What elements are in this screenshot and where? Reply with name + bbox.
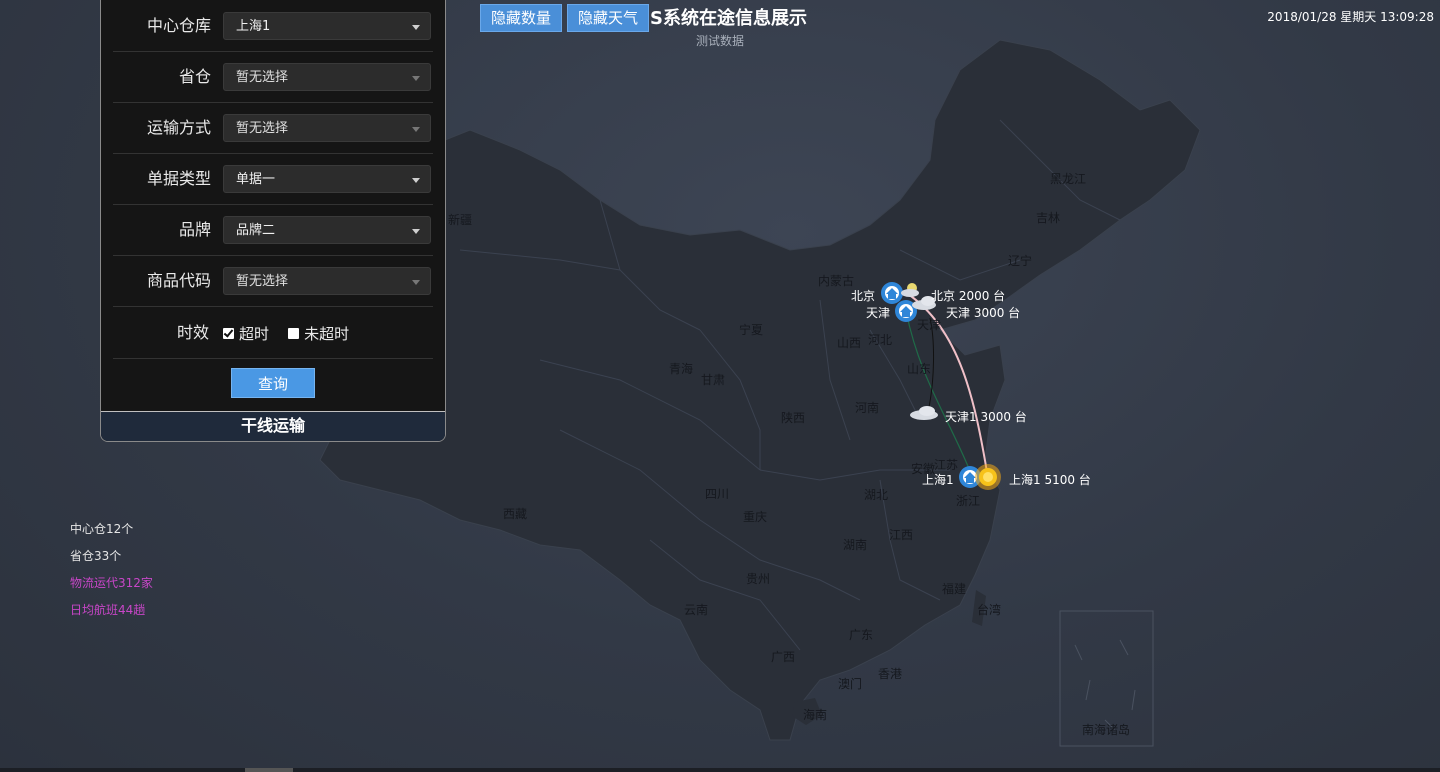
center-warehouse-select[interactable]: 上海1 <box>223 12 431 40</box>
stat-daily-flights: 日均航班44趟 <box>70 603 146 617</box>
select-value: 暂无选择 <box>236 274 289 289</box>
cloud-icon <box>910 406 938 420</box>
overtime-checkbox[interactable] <box>223 328 234 339</box>
select-value: 暂无选择 <box>236 70 289 85</box>
filter-row-product-code: 商品代码 暂无选择 <box>113 256 433 307</box>
filter-row-brand: 品牌 品牌二 <box>113 205 433 256</box>
filter-label: 时效 <box>176 323 209 342</box>
city-count-shanghai: 上海1 5100 台 <box>1009 473 1091 487</box>
filter-label: 省仓 <box>178 67 211 86</box>
filter-row-center-warehouse: 中心仓库 上海1 <box>113 1 433 52</box>
not-overtime-checkbox[interactable] <box>288 328 300 339</box>
chevron-down-icon <box>412 127 420 132</box>
sun-icon <box>975 464 1001 490</box>
city-count-tianjin: 天津 3000 台 <box>946 306 1021 320</box>
horizontal-scrollbar[interactable] <box>0 768 1440 772</box>
province-warehouse-select[interactable]: 暂无选择 <box>223 63 431 91</box>
city-count-tianjin1: 天津1 3000 台 <box>945 410 1027 424</box>
stat-carriers: 物流运代312家 <box>70 576 153 590</box>
product-code-select[interactable]: 暂无选择 <box>223 267 431 295</box>
not-overtime-label[interactable]: 未超时 <box>304 325 349 343</box>
page-title: S系统在途信息展示 <box>650 8 807 29</box>
overtime-label[interactable]: 超时 <box>239 325 269 343</box>
stat-center-warehouses: 中心仓12个 <box>70 522 134 536</box>
page-subtitle: 测试数据 <box>696 34 745 48</box>
select-value: 暂无选择 <box>236 121 289 136</box>
brand-select[interactable]: 品牌二 <box>223 216 431 244</box>
select-value: 单据一 <box>236 172 276 187</box>
chevron-down-icon <box>412 25 420 30</box>
filter-label: 中心仓库 <box>146 16 211 35</box>
filter-label: 单据类型 <box>146 169 211 188</box>
city-label-tianjin: 天津 <box>866 306 891 320</box>
scrollbar-thumb[interactable] <box>245 768 293 772</box>
filter-label: 商品代码 <box>146 271 211 290</box>
stat-province-warehouses: 省仓33个 <box>70 549 122 563</box>
select-value: 上海1 <box>236 19 271 34</box>
filter-label: 品牌 <box>178 220 211 239</box>
query-button[interactable]: 查询 <box>231 368 315 398</box>
chevron-down-icon <box>412 76 420 81</box>
filter-row-province-warehouse: 省仓 暂无选择 <box>113 52 433 103</box>
filter-row-timeliness: 时效 超时 未超时 <box>113 308 433 359</box>
select-value: 品牌二 <box>236 223 276 238</box>
filter-row-document-type: 单据类型 单据一 <box>113 154 433 205</box>
chevron-down-icon <box>412 280 420 285</box>
datetime-display: 2018/01/28 星期天 13:09:28 <box>1267 10 1434 24</box>
city-label-shanghai: 上海1 <box>922 473 954 487</box>
hide-count-button[interactable]: 隐藏数量 <box>480 4 563 32</box>
filter-row-transport-mode: 运输方式 暂无选择 <box>113 103 433 154</box>
city-count-beijing: 北京 2000 台 <box>931 289 1006 303</box>
warehouse-pin-icon[interactable] <box>881 282 903 304</box>
transport-mode-select[interactable]: 暂无选择 <box>223 114 431 142</box>
panel-footer-title: 干线运输 <box>101 411 445 441</box>
hide-weather-button[interactable]: 隐藏天气 <box>567 4 650 32</box>
city-label-beijing: 北京 <box>851 289 876 303</box>
sun-cloud-icon <box>901 283 919 297</box>
chevron-down-icon <box>412 178 420 183</box>
filter-label: 运输方式 <box>146 118 211 137</box>
chevron-down-icon <box>412 229 420 234</box>
filter-panel: 中心仓库 上海1 省仓 暂无选择 运输方式 暂无选择 单据类型 单据一 品牌 品… <box>100 0 446 442</box>
document-type-select[interactable]: 单据一 <box>223 165 431 193</box>
